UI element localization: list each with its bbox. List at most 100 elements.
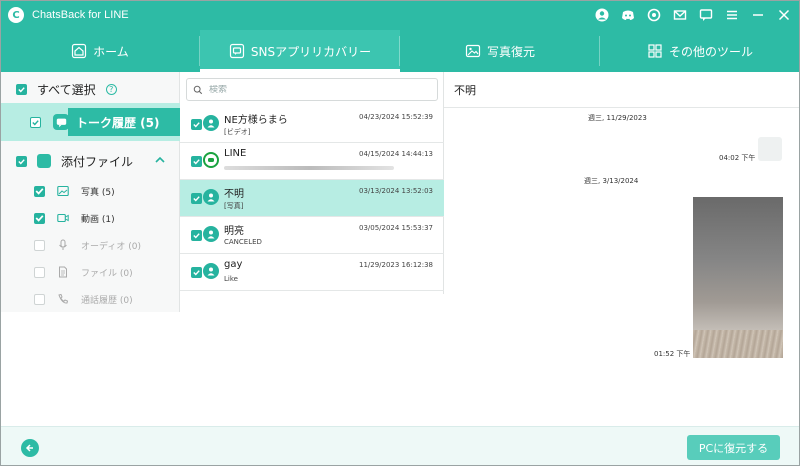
conversation-checkbox[interactable] xyxy=(191,193,202,204)
conversation-time: 04/23/2024 15:52:39 xyxy=(358,113,433,121)
conversation-preview: Like xyxy=(224,275,238,283)
search-input[interactable] xyxy=(209,84,429,95)
footer-bar: PCに復元する xyxy=(0,426,800,466)
sidebar-item-attachments[interactable]: 添付ファイル xyxy=(0,148,180,174)
conversation-preview: CANCELED xyxy=(224,238,262,246)
message-time: 01:52 下午 xyxy=(654,350,691,358)
audio-label: オーディオ (0) xyxy=(81,241,141,252)
line-avatar-icon xyxy=(203,152,219,168)
app-title: ChatsBack for LINE xyxy=(32,9,129,21)
conversation-checkbox[interactable] xyxy=(191,230,202,241)
conversation-checkbox[interactable] xyxy=(191,156,202,167)
photos-label: 写真 (5) xyxy=(81,187,115,198)
chat-title: 不明 xyxy=(454,84,476,97)
videos-label: 動画 (1) xyxy=(81,214,115,225)
user-avatar-icon xyxy=(203,189,219,205)
photo-icon xyxy=(57,185,69,197)
conversation-preview: [ビデオ] xyxy=(224,128,251,136)
tab-sns-recovery-label: SNSアプリリカバリー xyxy=(250,44,372,59)
user-icon[interactable] xyxy=(594,7,610,23)
call-history-checkbox[interactable] xyxy=(34,293,45,305)
feedback-icon[interactable] xyxy=(698,7,714,23)
photo-restore-icon xyxy=(465,44,481,58)
conversation-name: 明亮 xyxy=(224,226,244,237)
attachment-icon xyxy=(37,154,51,168)
photo-message-texture xyxy=(693,330,783,358)
conversation-checkbox[interactable] xyxy=(191,119,202,130)
chat-divider xyxy=(444,107,800,108)
attachments-label: 添付ファイル xyxy=(61,154,134,169)
talk-history-checkbox[interactable] xyxy=(30,116,41,128)
select-all-row[interactable]: すべて選択 ? xyxy=(0,78,180,100)
tab-home-label: ホーム xyxy=(93,44,129,59)
sidebar-item-files[interactable]: ファイル (0) xyxy=(0,259,180,285)
user-avatar-icon xyxy=(203,115,219,131)
tools-icon xyxy=(648,44,662,58)
tab-other-tools-label: その他のツール xyxy=(668,44,753,59)
message-bubble[interactable] xyxy=(758,137,782,161)
close-icon[interactable] xyxy=(776,7,792,23)
sidebar-item-audio[interactable]: オーディオ (0) xyxy=(0,232,180,258)
mail-icon[interactable] xyxy=(672,7,688,23)
tab-photo-restore-label: 写真復元 xyxy=(486,44,535,59)
conversation-time: 03/05/2024 15:53:37 xyxy=(358,224,433,232)
audio-checkbox[interactable] xyxy=(34,239,45,251)
date-separator: 週三, 3/13/2024 xyxy=(584,177,639,185)
home-icon xyxy=(72,43,87,59)
conversation-checkbox[interactable] xyxy=(191,267,202,278)
tab-other-tools[interactable]: その他のツール xyxy=(600,30,800,72)
photos-checkbox[interactable] xyxy=(34,185,45,197)
sidebar-item-talk-history[interactable]: トーク履歴 (5) xyxy=(0,103,180,141)
chat-panel: 不明 週三, 11/29/2023 04:02 下午 週三, 3/13/2024… xyxy=(444,72,800,426)
select-all-checkbox[interactable] xyxy=(16,83,27,95)
conversation-name: LINE xyxy=(224,148,247,159)
conversation-name: gay xyxy=(224,259,243,270)
conversation-list-panel: NE方様らまら [ビデオ] 04/23/2024 15:52:39 LINE 0… xyxy=(180,72,444,426)
settings-icon[interactable] xyxy=(646,7,662,23)
restore-to-pc-button[interactable]: PCに復元する xyxy=(687,435,780,460)
sidebar-item-videos[interactable]: 動画 (1) xyxy=(0,205,180,231)
search-box[interactable] xyxy=(186,78,438,101)
talk-history-label: トーク履歴 (5) xyxy=(68,108,180,136)
conversation-name: 不明 xyxy=(224,189,244,200)
app-logo-icon: C xyxy=(8,7,24,23)
conversation-time: 04/15/2024 14:44:13 xyxy=(358,150,433,158)
search-icon xyxy=(193,85,203,94)
chat-icon xyxy=(53,114,69,130)
sidebar-item-photos[interactable]: 写真 (5) xyxy=(0,178,180,204)
file-icon xyxy=(59,266,67,278)
arrow-left-icon xyxy=(25,444,33,452)
help-icon[interactable]: ? xyxy=(105,83,117,95)
conversation-name: NE方様らまら xyxy=(224,115,288,126)
sidebar-empty-area xyxy=(0,312,180,426)
blurred-preview xyxy=(224,166,394,170)
conversation-item[interactable]: LINE 04/15/2024 14:44:13 xyxy=(180,143,444,180)
minimize-icon[interactable] xyxy=(750,7,766,23)
tab-home[interactable]: ホーム xyxy=(0,30,200,72)
tab-photo-restore[interactable]: 写真復元 xyxy=(400,30,600,72)
user-avatar-icon xyxy=(203,226,219,242)
date-separator: 週三, 11/29/2023 xyxy=(588,114,647,122)
attachments-checkbox[interactable] xyxy=(16,155,27,167)
conversation-time: 03/13/2024 13:52:03 xyxy=(358,187,433,195)
microphone-icon xyxy=(59,239,67,250)
conversation-item[interactable]: 明亮 CANCELED 03/05/2024 15:53:37 xyxy=(180,217,444,254)
sidebar-item-call-history[interactable]: 通話履歴 (0) xyxy=(0,286,180,312)
call-history-label: 通話履歴 (0) xyxy=(81,295,133,306)
conversation-item[interactable]: gay Like 11/29/2023 16:12:38 xyxy=(180,254,444,291)
conversation-list-empty xyxy=(180,294,444,426)
files-checkbox[interactable] xyxy=(34,266,45,278)
chevron-up-icon[interactable] xyxy=(154,154,166,166)
select-all-label: すべて選択 xyxy=(37,82,96,97)
back-button[interactable] xyxy=(21,439,39,457)
tab-sns-recovery[interactable]: SNSアプリリカバリー xyxy=(200,30,400,72)
user-avatar-icon xyxy=(203,263,219,279)
discord-icon[interactable] xyxy=(620,7,636,23)
conversation-item[interactable]: NE方様らまら [ビデオ] 04/23/2024 15:52:39 xyxy=(180,106,444,143)
videos-checkbox[interactable] xyxy=(34,212,45,224)
video-icon xyxy=(57,213,69,223)
conversation-time: 11/29/2023 16:12:38 xyxy=(358,261,433,269)
message-time: 04:02 下午 xyxy=(719,154,756,162)
menu-icon[interactable] xyxy=(724,7,740,23)
conversation-item[interactable]: 不明 [写真] 03/13/2024 13:52:03 xyxy=(180,180,444,217)
